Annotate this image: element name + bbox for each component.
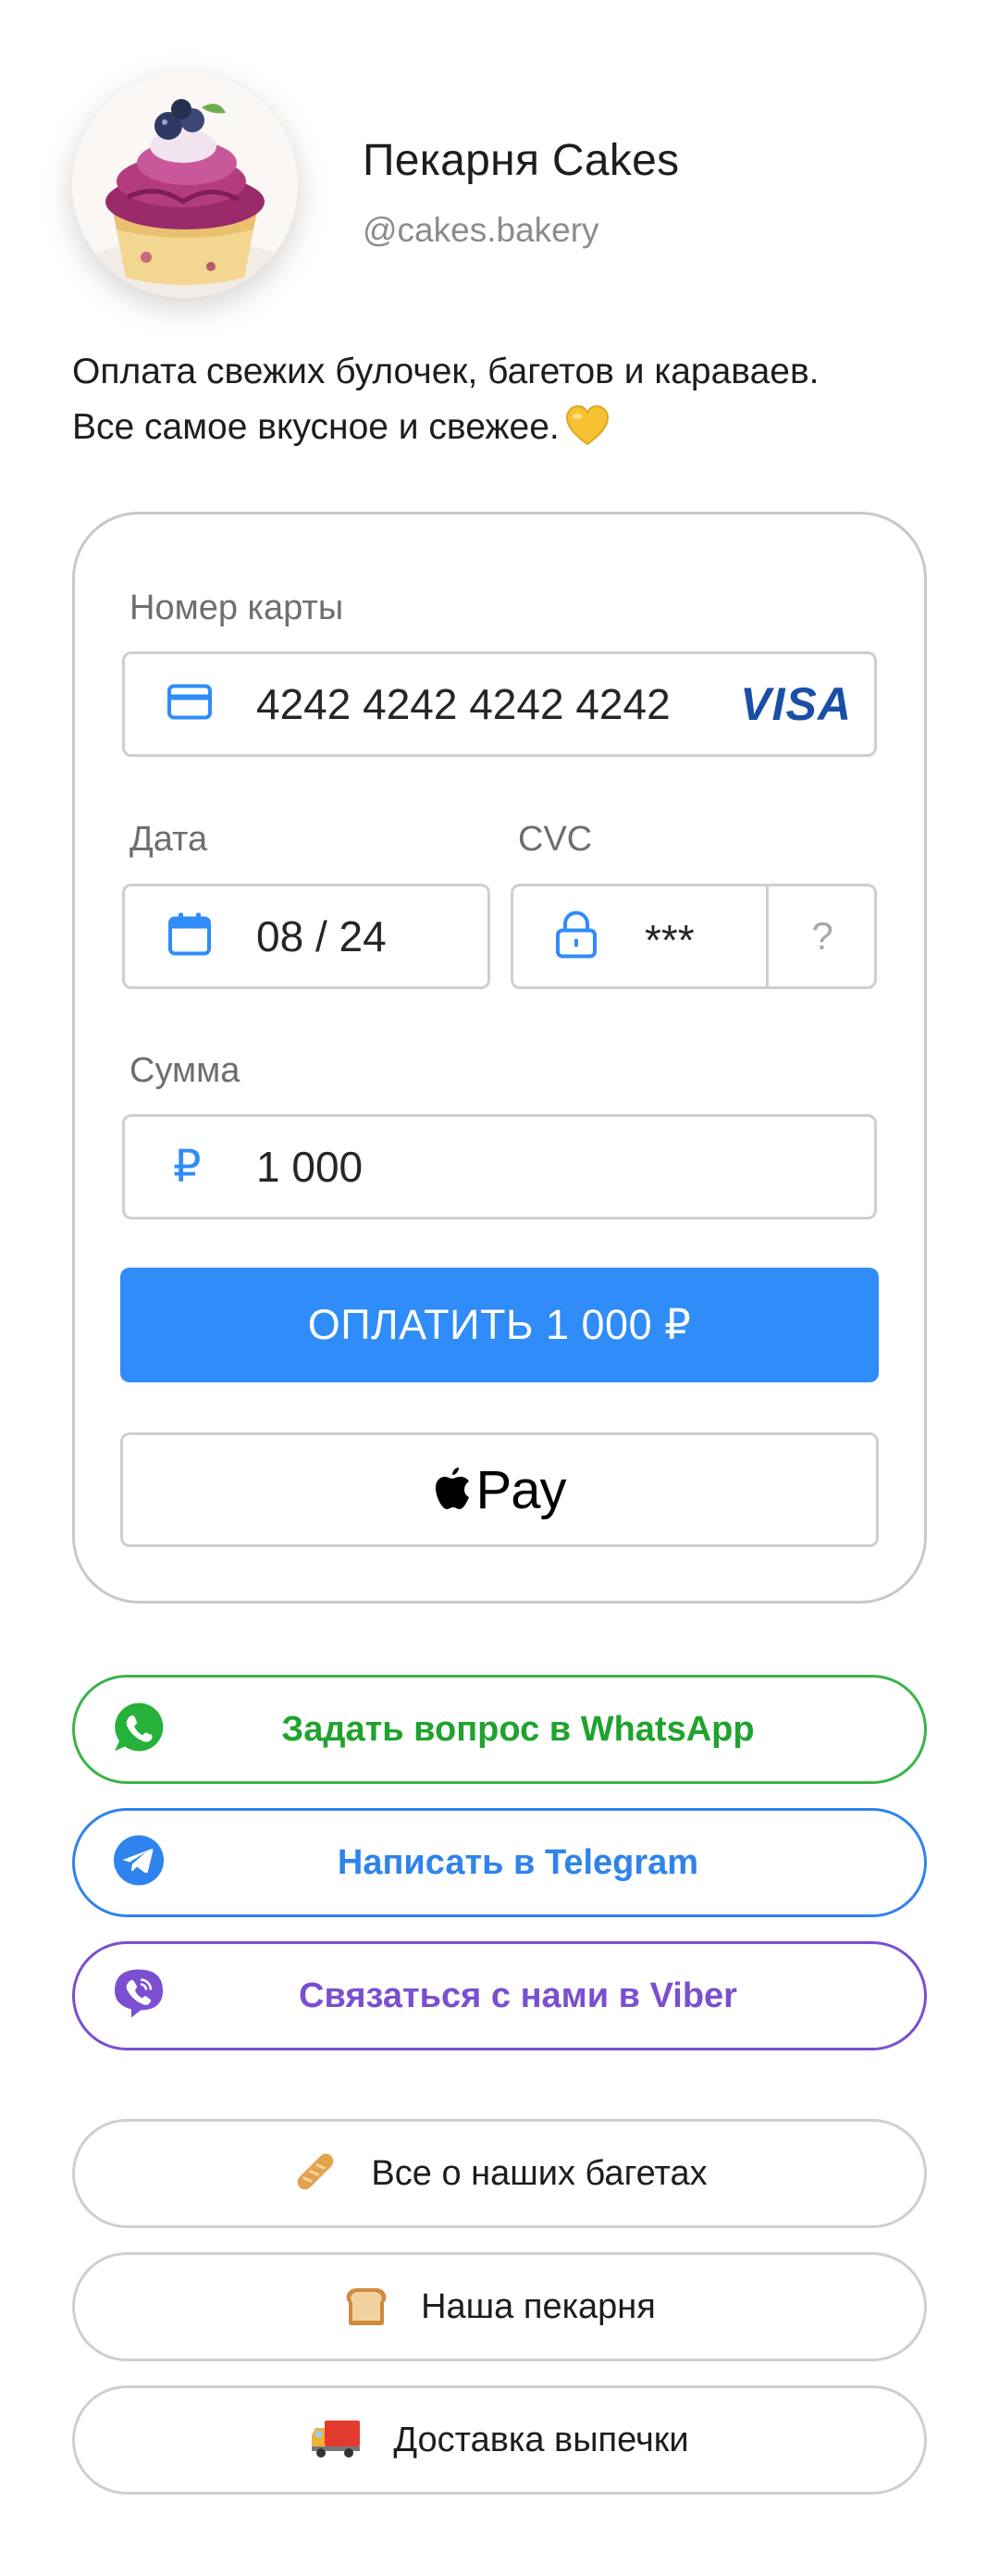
truck-icon [310,2417,362,2464]
bio-line-1: Оплата свежих булочек, багетов и каравае… [72,352,820,391]
card-number-value: 4242 4242 4242 4242 [256,680,671,728]
whatsapp-button-label: Задать вопрос в WhatsApp [281,1710,755,1749]
whatsapp-button[interactable]: Задать вопрос в WhatsApp [72,1675,927,1784]
card-number-field[interactable]: 4242 4242 4242 4242 VISA [122,651,877,757]
cvc-value: *** [645,916,695,965]
baguettes-link-button[interactable]: Все о наших багетах [72,2119,927,2228]
cvc-label: CVC [518,820,593,859]
baguette-icon [291,2148,339,2200]
apple-pay-label: Pay [475,1459,567,1520]
lock-icon [554,910,598,963]
apple-logo-icon [434,1465,471,1516]
baguettes-link-label: Все о наших багетах [371,2153,708,2193]
amount-field[interactable]: ₽ 1 000 [122,1114,877,1220]
expiry-date-value: 08 / 24 [256,912,387,960]
bio-line-2: Все самое вкусное и свежее. [72,400,942,463]
ruble-icon: ₽ [173,1143,202,1192]
pay-button[interactable]: ОПЛАТИТЬ 1 000 ₽ [120,1268,879,1382]
viber-button[interactable]: Связаться с нами в Viber [72,1941,927,2050]
telegram-button[interactable]: Написать в Telegram [72,1808,927,1917]
profile-bio: Оплата свежих булочек, багетов и каравае… [72,344,942,463]
bread-icon [343,2282,389,2333]
profile-avatar [72,72,298,298]
visa-logo: VISA [740,678,852,730]
bio-line-2-text: Все самое вкусное и свежее. [72,407,560,447]
viber-button-label: Связаться с нами в Viber [299,1976,737,2015]
apple-pay-button[interactable]: Pay [120,1432,879,1547]
amount-value: 1 000 [256,1143,364,1191]
delivery-link-label: Доставка выпечки [393,2420,689,2459]
profile-handle: @cakes.bakery [363,211,599,249]
date-label: Дата [130,820,208,859]
telegram-button-label: Написать в Telegram [337,1843,699,1882]
profile-name: Пекарня Cakes [363,136,680,185]
yellow-heart-icon [565,404,610,463]
cvc-help-button[interactable]: ? [769,884,876,989]
bakery-link-label: Наша пекарня [421,2286,656,2326]
expiry-date-field[interactable]: 08 / 24 [122,884,490,989]
amount-label: Сумма [130,1051,240,1090]
calendar-icon [167,912,212,961]
card-number-label: Номер карты [130,588,344,627]
delivery-link-button[interactable]: Доставка выпечки [72,2385,927,2495]
credit-card-icon [167,684,212,724]
bakery-link-button[interactable]: Наша пекарня [72,2252,927,2361]
